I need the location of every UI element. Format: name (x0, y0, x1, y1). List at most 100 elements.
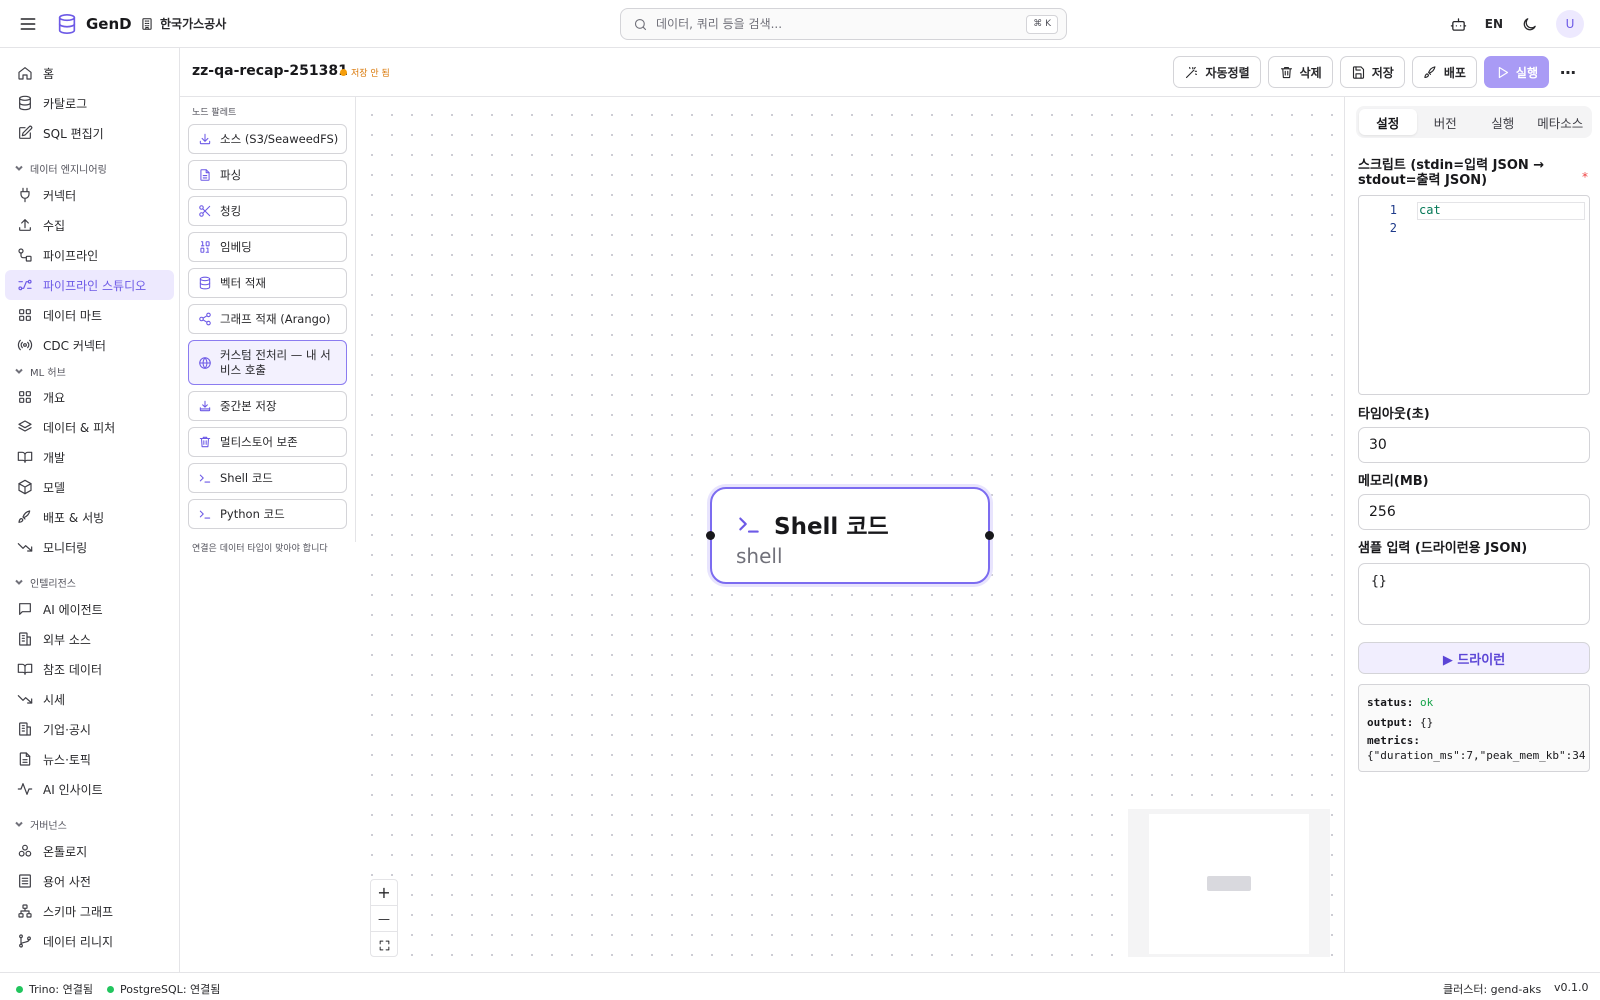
moon-icon[interactable] (1521, 16, 1538, 33)
sidebar-item-label: 기업·공시 (43, 722, 91, 737)
org-switcher[interactable]: 한국가스공사 (140, 15, 226, 32)
minimap[interactable] (1128, 809, 1330, 957)
sidebar-item-data-features[interactable]: 데이터 & 피처 (5, 412, 174, 442)
sidebar-item-ai-agent[interactable]: AI 에이전트 (5, 594, 174, 624)
sidebar-item-cdc-connector[interactable]: CDC 커넥터 (5, 330, 174, 360)
zoom-in-button[interactable]: + (371, 880, 397, 906)
sample-input-label: 샘플 입력 (드라이런용 JSON) (1358, 541, 1528, 556)
language-toggle[interactable]: EN (1485, 17, 1503, 31)
palette-item-source[interactable]: 소스 (S3/SeaweedFS) (188, 124, 347, 154)
palette-item-multistore[interactable]: 멀티스토어 보존 (188, 427, 347, 457)
upload-icon (17, 217, 33, 233)
flow-node-shell[interactable]: Shell 코드 shell (706, 487, 994, 584)
more-icon[interactable]: ⋯ (1556, 56, 1580, 88)
sidebar-item-glossary[interactable]: 용어 사전 (5, 866, 174, 896)
sidebar-item-model[interactable]: 모델 (5, 472, 174, 502)
sidebar-item-label: 카탈로그 (43, 96, 88, 111)
trino-status-label: Trino: 연결됨 (29, 983, 93, 996)
flow-canvas[interactable]: Shell 코드 shell + — (356, 97, 1344, 972)
bot-icon[interactable] (1450, 16, 1467, 33)
node-subtitle: shell (736, 544, 783, 568)
section-title: 거버넌스 (30, 820, 67, 832)
sidebar-item-external-source[interactable]: 외부 소스 (5, 624, 174, 654)
script-editor[interactable]: 1 cat 2 (1358, 195, 1590, 395)
palette-title: 노드 팔레트 (192, 108, 237, 118)
node-palette: 노드 팔레트 소스 (S3/SeaweedFS) 파싱 청킹 임베딩 벡터 적재… (180, 97, 356, 542)
palette-item-shell-code[interactable]: Shell 코드 (188, 463, 347, 493)
rocket-icon (1423, 65, 1438, 80)
tab-versions[interactable]: 버전 (1417, 109, 1475, 135)
search-input[interactable] (656, 17, 1016, 31)
menu-icon[interactable] (18, 14, 38, 34)
palette-item-intermediate-save[interactable]: 중간본 저장 (188, 391, 347, 421)
node-output-handle[interactable] (985, 531, 994, 540)
sidebar-item-ai-insight[interactable]: AI 인사이트 (5, 774, 174, 804)
sidebar-item-ontology[interactable]: 온톨로지 (5, 836, 174, 866)
page-title[interactable]: zz-qa-recap-251381 (192, 63, 348, 79)
sample-input-field[interactable]: {} (1358, 563, 1590, 625)
sidebar-item-label: 뉴스·토픽 (43, 752, 91, 767)
sidebar-item-data-mart[interactable]: 데이터 마트 (5, 300, 174, 330)
share-icon (198, 312, 212, 326)
dryrun-button[interactable]: ▶ 드라이런 (1358, 642, 1590, 674)
sidebar-item-catalog[interactable]: 카탈로그 (5, 88, 174, 118)
sidebar-item-label: 모델 (43, 480, 66, 495)
sidebar-item-pipeline-studio[interactable]: 파이프라인 스튜디오 (5, 270, 174, 300)
sidebar-item-develop[interactable]: 개발 (5, 442, 174, 472)
save-button[interactable]: 저장 (1339, 56, 1405, 88)
palette-item-chunking[interactable]: 청킹 (188, 196, 347, 226)
route-icon (17, 277, 33, 293)
result-metrics-row: metrics: (1367, 733, 1581, 749)
sidebar-item-deploy-serving[interactable]: 배포 & 서빙 (5, 502, 174, 532)
sidebar-item-label: 데이터 마트 (43, 308, 103, 323)
sidebar-item-connector[interactable]: 커넥터 (5, 180, 174, 210)
sidebar-item-label: 데이터 리니지 (43, 934, 114, 949)
tab-settings[interactable]: 설정 (1359, 109, 1417, 135)
palette-item-graph-load[interactable]: 그래프 적재 (Arango) (188, 304, 347, 334)
palette-item-python-code[interactable]: Python 코드 (188, 499, 347, 529)
sidebar-section-intelligence[interactable]: 인텔리전스 (0, 562, 179, 594)
timeout-input[interactable] (1358, 427, 1590, 463)
box-icon (17, 479, 33, 495)
tab-metasource[interactable]: 메타소스 (1532, 109, 1590, 135)
sidebar-item-monitoring[interactable]: 모니터링 (5, 532, 174, 562)
sidebar-item-home[interactable]: 홈 (5, 58, 174, 88)
sidebar-item-pipeline[interactable]: 파이프라인 (5, 240, 174, 270)
line-number: 2 (1389, 221, 1397, 235)
sidebar-item-overview[interactable]: 개요 (5, 382, 174, 412)
status-key: status: (1367, 696, 1414, 709)
global-search[interactable]: ⌘ K (620, 8, 1067, 40)
sidebar-item-news-topics[interactable]: 뉴스·토픽 (5, 744, 174, 774)
node-input-handle[interactable] (706, 531, 715, 540)
sidebar-item-ingest[interactable]: 수집 (5, 210, 174, 240)
delete-button[interactable]: 삭제 (1267, 56, 1333, 88)
grid-icon (17, 389, 33, 405)
palette-item-vector-load[interactable]: 벡터 적재 (188, 268, 347, 298)
sidebar-item-label: 온톨로지 (43, 844, 88, 859)
sidebar-item-label: 수집 (43, 218, 66, 233)
sidebar-item-market-price[interactable]: 시세 (5, 684, 174, 714)
page-header: zz-qa-recap-251381 저장 안 됨 자동정렬 삭제 저장 배포 … (180, 48, 1600, 97)
sidebar-section-ml-hub[interactable]: ML 허브 (0, 360, 179, 382)
sidebar-item-label: 홈 (43, 66, 55, 81)
autolayout-button[interactable]: 자동정렬 (1173, 56, 1261, 88)
deploy-button[interactable]: 배포 (1411, 56, 1477, 88)
sidebar-item-reference-data[interactable]: 참조 데이터 (5, 654, 174, 684)
sidebar-section-data-engineering[interactable]: 데이터 엔지니어링 (0, 148, 179, 180)
palette-item-custom-preprocess[interactable]: 커스텀 전처리 — 내 서비스 호출 (188, 340, 347, 385)
sidebar-item-data-lineage[interactable]: 데이터 리니지 (5, 926, 174, 956)
fit-view-button[interactable] (371, 932, 397, 958)
tab-runs[interactable]: 실행 (1474, 109, 1532, 135)
sidebar-item-sql-editor[interactable]: SQL 편집기 (5, 118, 174, 148)
run-button[interactable]: 실행 (1483, 56, 1549, 88)
memory-input[interactable] (1358, 494, 1590, 530)
zoom-out-button[interactable]: — (371, 906, 397, 932)
sidebar-item-corporate-filings[interactable]: 기업·공시 (5, 714, 174, 744)
palette-item-embedding[interactable]: 임베딩 (188, 232, 347, 262)
palette-item-parsing[interactable]: 파싱 (188, 160, 347, 190)
sidebar-item-schema-graph[interactable]: 스키마 그래프 (5, 896, 174, 926)
app-logo[interactable]: GenD (56, 13, 132, 35)
avatar[interactable]: U (1556, 10, 1584, 38)
globe-icon (198, 356, 212, 370)
sidebar-section-governance[interactable]: 거버넌스 (0, 804, 179, 836)
